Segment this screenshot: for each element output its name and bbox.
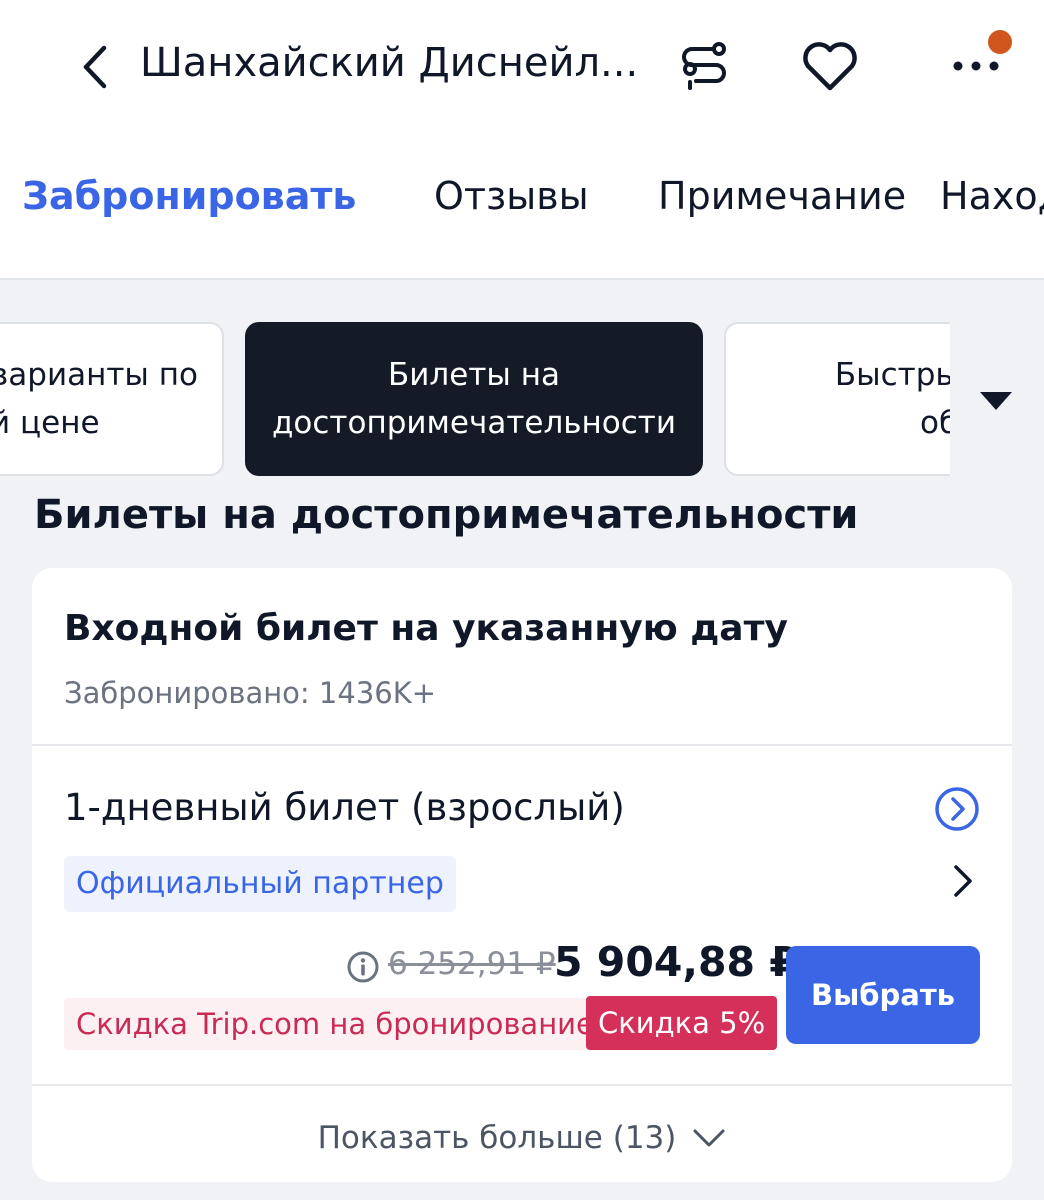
tab-book[interactable]: Забронировать [22,174,356,218]
divider [32,1084,1012,1086]
select-button[interactable]: Выбрать [786,946,980,1044]
chip-fast-entry[interactable]: Быстрый объ [724,322,950,476]
tab-bar: Забронировать Отзывы Примечание Наход [0,136,1044,280]
info-icon[interactable] [346,950,380,984]
tab-notes[interactable]: Примечание [658,174,906,218]
route-icon[interactable] [676,38,732,94]
filter-chips: варианты по й цене Билеты на достопримеч… [0,322,950,480]
back-arrow-icon[interactable] [72,42,122,92]
ticket-card: Входной билет на указанную дату Забронир… [32,568,1012,1182]
circle-chevron-icon[interactable] [934,786,980,832]
card-title: Входной билет на указанную дату [64,608,788,649]
chip-label: Быстрый объ [834,357,950,441]
show-more-label: Показать больше (13) [317,1120,677,1156]
tab-location[interactable]: Наход [940,174,1044,218]
ticket-name[interactable]: 1-дневный билет (взрослый) [64,786,625,829]
section-title: Билеты на достопримечательности [34,492,859,538]
promo-label: Скидка Trip.com на бронирование [64,998,606,1050]
chevron-right-icon[interactable] [950,864,976,898]
caret-down-icon[interactable] [980,390,1012,412]
heart-icon[interactable] [800,38,860,94]
booked-count: Забронировано: 1436K+ [64,676,437,710]
tab-reviews[interactable]: Отзывы [434,174,589,218]
divider [32,744,1012,746]
notification-dot [988,30,1012,54]
chip-label: Билеты на достопримечательности [271,357,677,441]
page-title: Шанхайский Диснейл... [140,40,639,86]
old-price: 6 252,91 ₽ [388,946,556,982]
chevron-down-icon [693,1129,725,1147]
chip-attraction-tickets[interactable]: Билеты на достопримечательности [245,322,703,476]
official-partner-badge: Официальный партнер [64,856,456,912]
chip-price-options[interactable]: варианты по й цене [0,322,224,476]
header-bar: Шанхайский Диснейл... [0,0,1044,136]
current-price: 5 904,88 ₽ [554,938,798,986]
show-more-button[interactable]: Показать больше (13) [32,1108,1012,1168]
discount-badge: Скидка 5% [586,996,778,1050]
chip-label: варианты по й цене [0,357,198,441]
